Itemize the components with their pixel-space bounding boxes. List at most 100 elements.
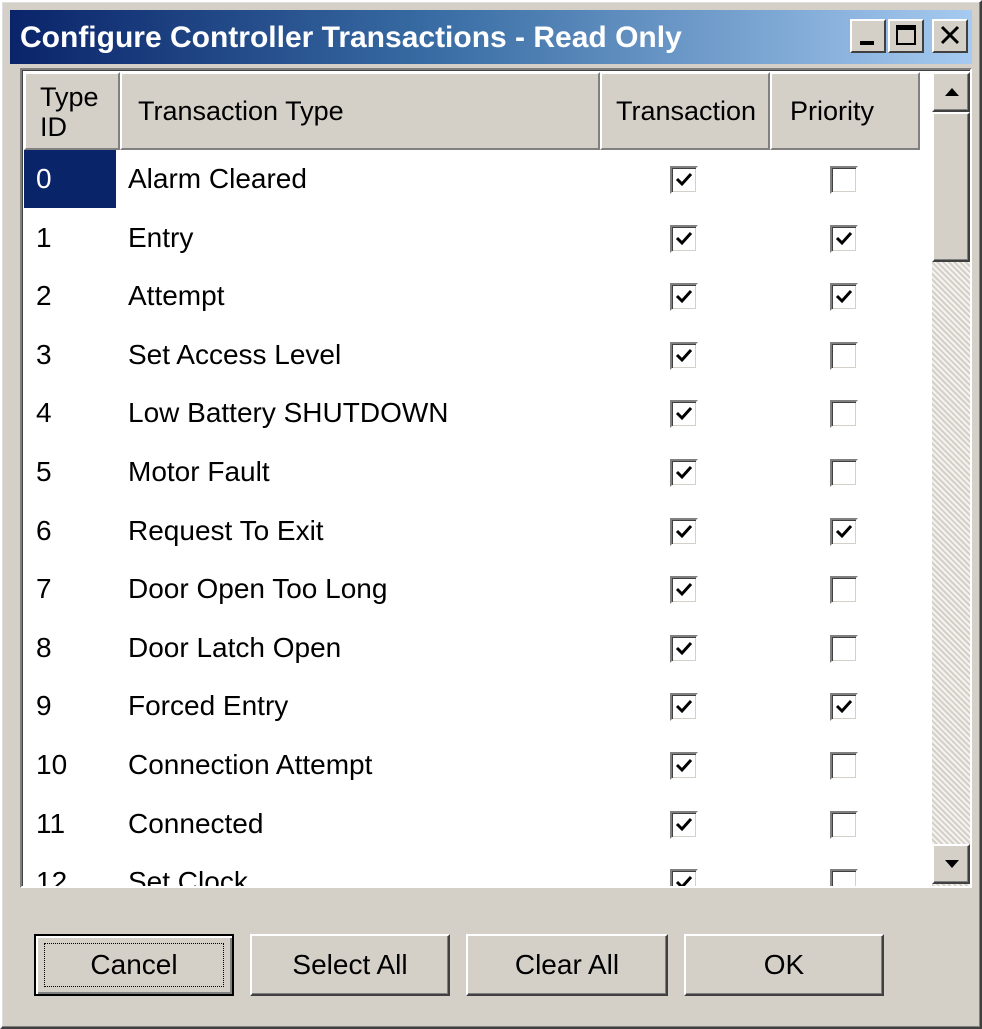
transaction-type-cell[interactable]: Set Access Level: [128, 326, 341, 384]
priority-checkbox[interactable]: [830, 634, 858, 663]
transaction-checkbox[interactable]: [670, 634, 698, 663]
priority-checkbox[interactable]: [830, 693, 858, 722]
table-row[interactable]: 0 Alarm Cleared: [24, 150, 920, 209]
minimize-button[interactable]: [850, 19, 886, 53]
checkmark-icon: [675, 758, 693, 773]
transaction-checkbox[interactable]: [670, 283, 698, 312]
table-row[interactable]: 2 Attempt: [24, 267, 920, 326]
cancel-button[interactable]: Cancel: [34, 934, 234, 996]
transaction-checkbox[interactable]: [670, 810, 698, 839]
priority-checkbox[interactable]: [830, 576, 858, 605]
type-id-cell[interactable]: 0: [24, 150, 116, 208]
maximize-button[interactable]: [888, 19, 924, 53]
transaction-type-cell[interactable]: Door Open Too Long: [128, 560, 387, 618]
arrow-up-icon: [945, 88, 959, 96]
type-id-cell[interactable]: 10: [24, 736, 116, 794]
table-row[interactable]: 10 Connection Attempt: [24, 736, 920, 795]
title-bar[interactable]: Configure Controller Transactions - Read…: [10, 10, 972, 64]
priority-checkbox[interactable]: [830, 400, 858, 429]
close-button[interactable]: [932, 19, 968, 53]
transaction-type-cell[interactable]: Motor Fault: [128, 443, 270, 501]
type-id-cell[interactable]: 11: [24, 795, 116, 853]
table-row[interactable]: 3 Set Access Level: [24, 326, 920, 385]
priority-checkbox[interactable]: [830, 458, 858, 487]
type-id-cell[interactable]: 4: [24, 384, 116, 442]
type-id-cell[interactable]: 3: [24, 326, 116, 384]
table-row[interactable]: 11 Connected: [24, 795, 920, 854]
scroll-up-button[interactable]: [932, 72, 970, 112]
transaction-type-cell[interactable]: Alarm Cleared: [128, 150, 307, 208]
table-row[interactable]: 1 Entry: [24, 209, 920, 268]
column-header-priority[interactable]: Priority: [770, 72, 920, 150]
scroll-down-button[interactable]: [932, 844, 970, 884]
transaction-type-cell[interactable]: Attempt: [128, 267, 224, 325]
priority-checkbox[interactable]: [830, 283, 858, 312]
column-header-label: Type ID: [40, 82, 99, 142]
checkmark-icon: [675, 700, 693, 714]
table-row[interactable]: 4 Low Battery SHUTDOWN: [24, 384, 920, 443]
table-row[interactable]: 5 Motor Fault: [24, 443, 920, 502]
checkmark-icon: [835, 700, 853, 714]
transaction-checkbox[interactable]: [670, 869, 698, 886]
checkmark-icon: [675, 817, 693, 831]
column-header-type-id[interactable]: Type ID: [24, 72, 120, 150]
table-row[interactable]: 9 Forced Entry: [24, 677, 920, 736]
checkmark-icon: [675, 407, 693, 421]
transaction-checkbox[interactable]: [670, 166, 698, 194]
type-id-cell[interactable]: 1: [24, 209, 116, 267]
transaction-checkbox[interactable]: [670, 341, 698, 370]
transaction-type-cell[interactable]: Entry: [128, 209, 193, 267]
column-header-transaction-type[interactable]: Transaction Type: [120, 72, 600, 150]
table-row[interactable]: 7 Door Open Too Long: [24, 560, 920, 619]
type-id-cell[interactable]: 2: [24, 267, 116, 325]
priority-checkbox[interactable]: [830, 751, 858, 780]
column-header-label: Priority: [790, 96, 875, 126]
scroll-thumb[interactable]: [932, 112, 970, 262]
type-id-cell[interactable]: 9: [24, 677, 116, 735]
type-id-cell[interactable]: 8: [24, 619, 116, 677]
select-all-button[interactable]: Select All: [250, 934, 450, 996]
transaction-checkbox[interactable]: [670, 224, 698, 253]
transaction-checkbox[interactable]: [670, 400, 698, 429]
table-row[interactable]: 12 Set Clock: [24, 853, 920, 886]
grid-header: Type ID Transaction Type Transaction Pri…: [24, 72, 920, 150]
column-header-label: Transaction: [616, 96, 757, 126]
checkmark-icon: [835, 524, 853, 538]
type-id-cell[interactable]: 6: [24, 502, 116, 560]
transaction-type-cell[interactable]: Request To Exit: [128, 502, 324, 560]
priority-checkbox[interactable]: [830, 869, 858, 886]
priority-checkbox[interactable]: [830, 341, 858, 370]
arrow-down-icon: [945, 860, 959, 868]
transaction-type-cell[interactable]: Forced Entry: [128, 677, 288, 735]
window-title: Configure Controller Transactions - Read…: [20, 21, 682, 54]
transaction-checkbox[interactable]: [670, 458, 698, 487]
transaction-grid: Type ID Transaction Type Transaction Pri…: [20, 68, 972, 888]
transaction-checkbox[interactable]: [670, 576, 698, 605]
type-id-cell[interactable]: 7: [24, 560, 116, 618]
transaction-checkbox[interactable]: [670, 751, 698, 780]
priority-checkbox[interactable]: [830, 224, 858, 253]
column-header-transaction[interactable]: Transaction: [600, 72, 770, 150]
column-header-label: Transaction Type: [138, 96, 344, 126]
transaction-type-cell[interactable]: Low Battery SHUTDOWN: [128, 384, 449, 442]
type-id-cell[interactable]: 12: [24, 853, 116, 886]
checkmark-icon: [675, 524, 693, 538]
transaction-checkbox[interactable]: [670, 693, 698, 722]
close-icon: [940, 25, 960, 45]
type-id-cell[interactable]: 5: [24, 443, 116, 501]
transaction-type-cell[interactable]: Door Latch Open: [128, 619, 341, 677]
table-row[interactable]: 8 Door Latch Open: [24, 619, 920, 678]
priority-checkbox[interactable]: [830, 166, 858, 194]
clear-all-button[interactable]: Clear All: [466, 934, 668, 996]
grid-rows: 0 Alarm Cleared 1 Entry 2 Attempt 3 Set Access …: [24, 150, 920, 886]
transaction-type-cell[interactable]: Set Clock: [128, 853, 248, 886]
checkmark-icon: [675, 348, 693, 362]
transaction-type-cell[interactable]: Connected: [128, 795, 263, 853]
vertical-scrollbar[interactable]: [932, 72, 970, 886]
priority-checkbox[interactable]: [830, 517, 858, 546]
transaction-type-cell[interactable]: Connection Attempt: [128, 736, 372, 794]
table-row[interactable]: 6 Request To Exit: [24, 502, 920, 561]
ok-button[interactable]: OK: [684, 934, 884, 996]
priority-checkbox[interactable]: [830, 810, 858, 839]
transaction-checkbox[interactable]: [670, 517, 698, 546]
